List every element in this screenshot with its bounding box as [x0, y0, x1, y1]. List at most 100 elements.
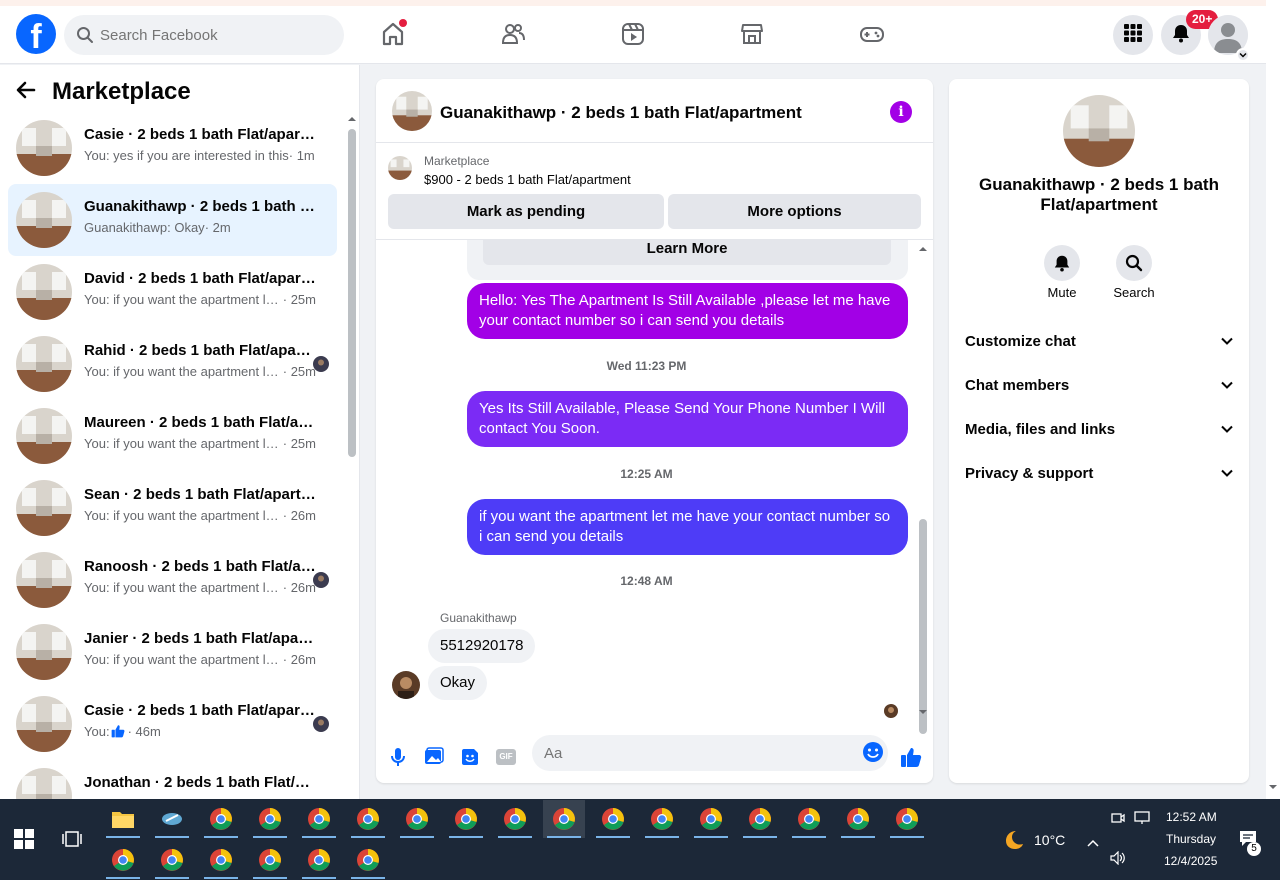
conversation-item[interactable]: Rahid · 2 beds 1 bath Flat/apartment You:… — [8, 328, 337, 400]
conversation-item[interactable]: Jonathan · 2 beds 1 bath Flat/apartment — [8, 760, 337, 799]
marketplace-nav-button[interactable] — [732, 16, 772, 56]
weather-temperature[interactable]: 10°C — [1034, 832, 1065, 848]
chrome-browser-icon[interactable] — [690, 800, 732, 838]
chat-title[interactable]: Guanakithawp · 2 beds 1 bath Flat/apartm… — [440, 103, 802, 123]
chat-scroll-thumb[interactable] — [919, 519, 927, 734]
taskbar-app-icon[interactable] — [151, 800, 193, 838]
listing-thumbnail[interactable] — [392, 91, 432, 131]
apartment-photo-icon — [16, 624, 72, 680]
listing-large-thumbnail[interactable] — [1063, 95, 1135, 167]
conversation-item[interactable]: Guanakithawp · 2 beds 1 bath Flat/apartm… — [8, 184, 337, 256]
chrome-browser-icon[interactable] — [543, 800, 585, 838]
chrome-browser-icon[interactable] — [151, 841, 193, 879]
clock-day[interactable]: Thursday — [1166, 832, 1216, 846]
search-input[interactable] — [100, 15, 330, 55]
listing-title[interactable]: $900 - 2 beds 1 bath Flat/apartment — [424, 172, 631, 187]
scroll-down-icon[interactable] — [1268, 783, 1278, 791]
learn-more-button[interactable]: Learn More — [483, 240, 891, 265]
microphone-icon[interactable] — [384, 743, 412, 771]
chat-members-section[interactable]: Chat members — [957, 363, 1241, 407]
file-explorer-icon[interactable] — [102, 800, 144, 838]
chrome-browser-icon[interactable] — [249, 841, 291, 879]
message-input[interactable] — [544, 735, 844, 771]
sender-avatar[interactable] — [392, 671, 420, 699]
incoming-message[interactable]: 5512920178 — [428, 629, 536, 663]
conversation-item[interactable]: Sean · 2 beds 1 bath Flat/apartment You: … — [8, 472, 337, 544]
incoming-message[interactable]: Okay — [428, 666, 488, 700]
preview-time: · 26m — [282, 652, 316, 667]
chrome-browser-icon[interactable] — [445, 800, 487, 838]
outgoing-message[interactable]: Yes Its Still Available, Please Send You… — [467, 391, 908, 447]
scroll-up-icon[interactable] — [347, 115, 357, 123]
outgoing-message[interactable]: if you want the apartment let me have yo… — [467, 499, 908, 555]
meet-now-icon[interactable] — [1111, 811, 1125, 830]
chrome-browser-icon[interactable] — [641, 800, 683, 838]
gif-icon[interactable]: GIF — [492, 743, 520, 771]
apps-grid-icon — [1123, 23, 1143, 48]
chevron-down-icon[interactable] — [1236, 48, 1250, 62]
network-icon[interactable] — [1134, 811, 1150, 830]
conversation-item[interactable]: Maureen · 2 beds 1 bath Flat/apartment Yo… — [8, 400, 337, 472]
conversation-preview: You: yes if you are interested in this ·… — [84, 148, 316, 163]
mute-button[interactable]: Mute — [1032, 245, 1092, 300]
windows-start-icon[interactable] — [14, 829, 34, 854]
task-view-icon[interactable] — [62, 829, 82, 854]
window-scrollbar[interactable] — [1266, 0, 1280, 799]
outgoing-message[interactable]: Hello: Yes The Apartment Is Still Availa… — [467, 283, 908, 339]
conversation-item[interactable]: Ranoosh · 2 beds 1 bath Flat/apartment Yo… — [8, 544, 337, 616]
clock-time[interactable]: 12:52 AM — [1166, 810, 1217, 824]
scroll-up-icon[interactable] — [918, 245, 928, 253]
sticker-icon[interactable] — [456, 743, 484, 771]
chrome-browser-icon[interactable] — [298, 841, 340, 879]
chrome-browser-icon[interactable] — [592, 800, 634, 838]
chrome-browser-icon[interactable] — [739, 800, 781, 838]
scroll-down-icon[interactable] — [918, 708, 928, 716]
search-box[interactable] — [64, 15, 344, 55]
chrome-browser-icon[interactable] — [494, 800, 536, 838]
chrome-browser-icon[interactable] — [249, 800, 291, 838]
facebook-logo[interactable]: f — [16, 14, 56, 54]
chrome-browser-icon[interactable] — [396, 800, 438, 838]
privacy-support-section[interactable]: Privacy & support — [957, 451, 1241, 495]
conversation-item[interactable]: Casie · 2 beds 1 bath Flat/apartment You:… — [8, 112, 337, 184]
preview-text: You: if you want the apartment let me ha… — [84, 580, 283, 595]
photo-icon[interactable] — [420, 743, 448, 771]
chrome-browser-icon[interactable] — [788, 800, 830, 838]
chrome-browser-icon[interactable] — [886, 800, 928, 838]
volume-icon[interactable] — [1110, 850, 1126, 870]
friends-nav-button[interactable] — [493, 16, 533, 56]
video-nav-button[interactable] — [613, 16, 653, 56]
chrome-browser-icon[interactable] — [200, 841, 242, 879]
more-options-button[interactable]: More options — [668, 194, 921, 229]
active-indicator — [106, 836, 140, 838]
conversation-item[interactable]: Janier · 2 beds 1 bath Flat/apartment You… — [8, 616, 337, 688]
home-nav-button[interactable] — [373, 16, 413, 56]
weather-moon-icon[interactable] — [1001, 828, 1025, 857]
clock-date[interactable]: 12/4/2025 — [1164, 854, 1217, 868]
customize-chat-section[interactable]: Customize chat — [957, 319, 1241, 363]
search-conversation-button[interactable]: Search — [1104, 245, 1164, 300]
chrome-browser-icon[interactable] — [347, 841, 389, 879]
thumbs-up-icon[interactable] — [897, 743, 925, 771]
conversation-item[interactable]: Casie · 2 beds 1 bath Flat/apartment You:… — [8, 688, 337, 760]
back-arrow-icon[interactable] — [16, 80, 36, 105]
menu-button[interactable] — [1113, 15, 1153, 55]
emoji-icon[interactable] — [862, 741, 884, 768]
mark-as-pending-button[interactable]: Mark as pending — [388, 194, 664, 229]
info-icon[interactable]: i — [890, 101, 912, 123]
conversation-thumbnail — [16, 336, 72, 392]
chrome-browser-icon[interactable] — [347, 800, 389, 838]
chrome-browser-icon[interactable] — [298, 800, 340, 838]
listing-small-thumbnail[interactable] — [388, 156, 412, 180]
message-input-box[interactable] — [532, 735, 888, 771]
chevron-up-icon[interactable] — [1087, 834, 1099, 852]
chrome-browser-icon[interactable] — [102, 841, 144, 879]
chrome-browser-icon[interactable] — [837, 800, 879, 838]
media-files-links-section[interactable]: Media, files and links — [957, 407, 1241, 451]
video-icon — [620, 21, 646, 52]
chrome-browser-icon[interactable] — [200, 800, 242, 838]
gaming-nav-button[interactable] — [852, 16, 892, 56]
conversation-thumbnail — [16, 480, 72, 536]
sidebar-scroll-thumb[interactable] — [348, 129, 356, 457]
conversation-item[interactable]: David · 2 beds 1 bath Flat/apartment You:… — [8, 256, 337, 328]
